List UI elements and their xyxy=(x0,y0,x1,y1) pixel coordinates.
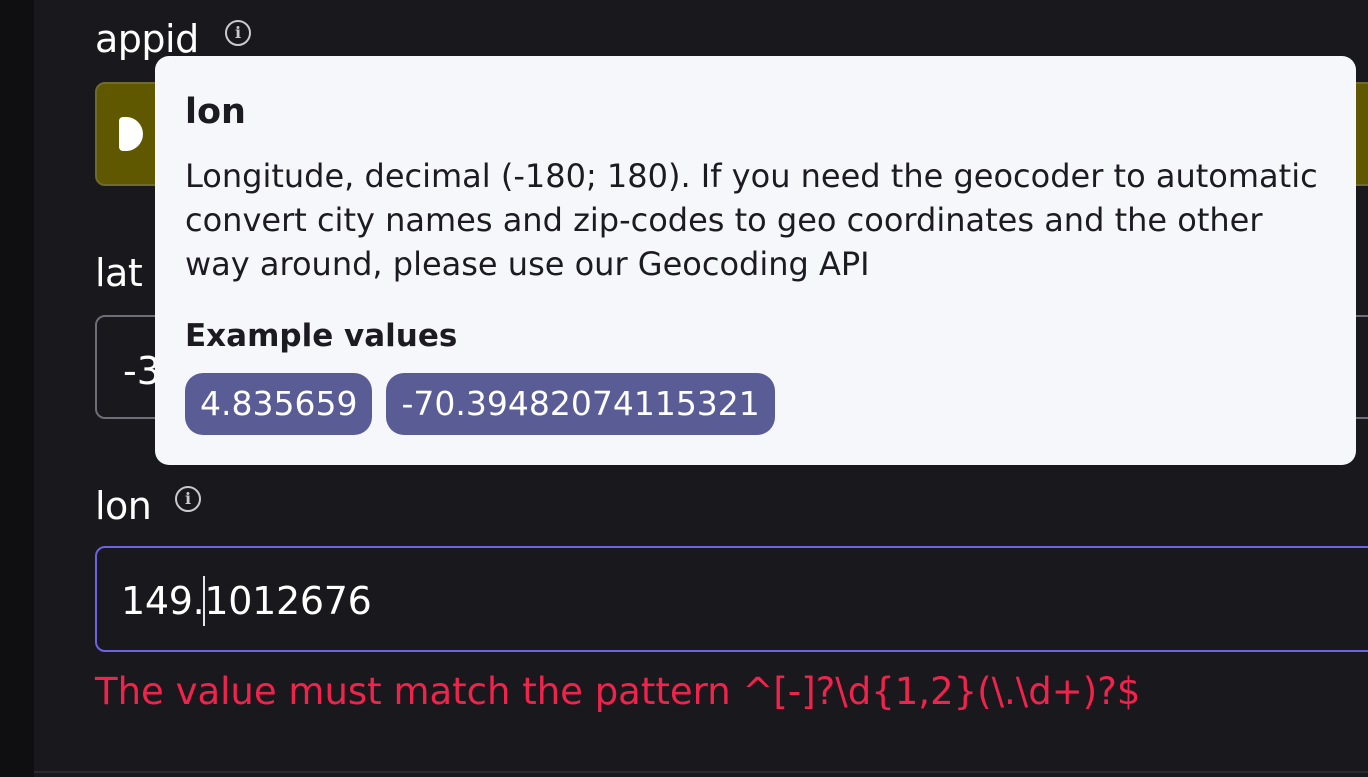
section-divider xyxy=(34,771,1368,773)
lon-value: 149.1012676 xyxy=(121,579,372,623)
lon-validation-error: The value must match the pattern ^[-]?\d… xyxy=(95,670,1141,713)
lon-input[interactable]: 149.1012676 xyxy=(95,546,1368,652)
left-sidebar-edge xyxy=(0,0,34,777)
lon-info-icon[interactable]: i xyxy=(175,486,201,512)
tooltip-description: Longitude, decimal (-180; 180). If you n… xyxy=(185,157,1318,283)
appid-info-icon[interactable]: i xyxy=(225,20,251,46)
tooltip-title: lon xyxy=(185,92,246,132)
masked-value-glyph xyxy=(119,117,143,151)
example-value-chip[interactable]: -70.39482074115321 xyxy=(386,373,775,435)
text-caret xyxy=(203,576,205,626)
example-value-chip[interactable]: 4.835659 xyxy=(185,373,373,435)
lon-label: lon xyxy=(95,484,152,528)
example-values-list: 4.835659 -70.39482074115321 xyxy=(185,373,775,435)
lat-label: lat xyxy=(95,251,143,295)
lon-tooltip: lon Longitude, decimal (-180; 180). If y… xyxy=(155,56,1356,465)
appid-label: appid xyxy=(95,17,199,61)
tooltip-examples-heading: Example values xyxy=(185,318,458,354)
